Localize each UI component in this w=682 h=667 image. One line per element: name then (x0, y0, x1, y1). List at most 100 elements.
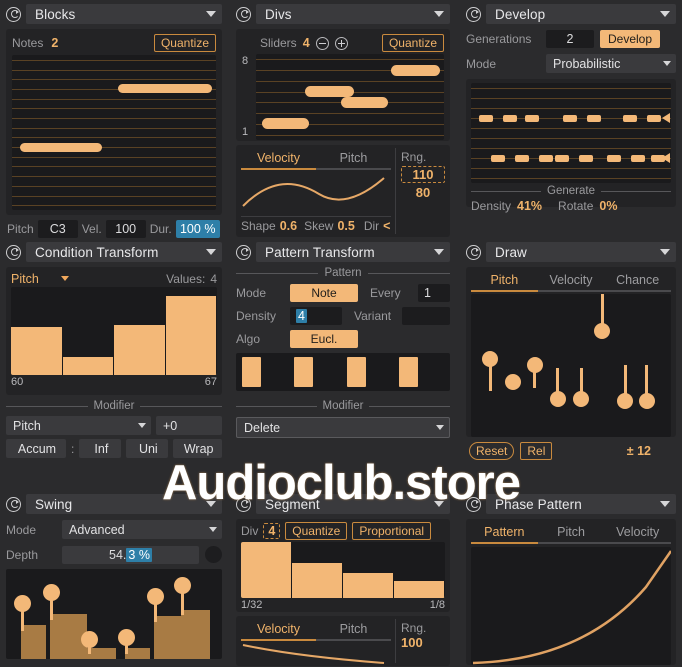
reset-button[interactable]: Reset (469, 442, 515, 460)
slider-handle[interactable] (340, 96, 388, 108)
shape-value[interactable]: 0.6 (280, 219, 297, 233)
reload-icon[interactable] (466, 244, 481, 260)
draw-canvas[interactable] (471, 293, 671, 437)
div-field[interactable]: 4 (263, 523, 281, 539)
rel-button[interactable]: Rel (520, 442, 553, 460)
velocity-field[interactable]: 100 (105, 220, 146, 238)
step-block[interactable] (555, 154, 569, 162)
modifier-amount-field[interactable]: +0 (156, 416, 222, 435)
pattern-step[interactable] (343, 353, 369, 391)
reload-icon[interactable] (236, 496, 251, 512)
step-block[interactable] (647, 114, 661, 122)
pattern-step[interactable] (422, 353, 448, 391)
draw-point[interactable] (594, 322, 611, 339)
divs-slider-grid[interactable] (256, 54, 444, 140)
step-block[interactable] (503, 114, 517, 122)
pattern-module-select[interactable]: Pattern Transform (256, 242, 450, 262)
swing-mode-select[interactable]: Advanced (62, 520, 222, 539)
draw-point[interactable] (638, 392, 655, 409)
tab-velocity[interactable]: Velocity (538, 273, 605, 290)
skew-value[interactable]: 0.5 (337, 219, 354, 233)
draw-point[interactable] (617, 392, 634, 409)
segment-curve[interactable] (241, 641, 391, 665)
slider-handle[interactable] (261, 118, 309, 130)
pattern-step[interactable] (291, 353, 317, 391)
pattern-step[interactable] (238, 353, 264, 391)
wrap-button[interactable]: Wrap (173, 439, 222, 458)
depth-knob[interactable] (205, 546, 222, 563)
every-field[interactable]: 1 (418, 284, 450, 302)
chart-bar[interactable] (114, 324, 166, 375)
swing-visualizer[interactable] (6, 569, 222, 659)
slider-handle[interactable] (304, 86, 354, 98)
minus-icon[interactable] (315, 36, 329, 50)
range-low-field[interactable]: 80 (401, 185, 445, 200)
step-block[interactable] (607, 154, 621, 162)
draw-range-value[interactable]: ± 12 (627, 444, 651, 458)
divs-module-select[interactable]: Divs (256, 4, 450, 24)
phase-module-select[interactable]: Phase Pattern (486, 494, 676, 514)
tab-pitch[interactable]: Pitch (538, 525, 605, 542)
chart-bar[interactable] (343, 572, 394, 598)
quantize-button[interactable]: Quantize (153, 34, 216, 52)
reload-icon[interactable] (466, 496, 481, 512)
develop-button[interactable]: Develop (600, 30, 661, 48)
chart-bar[interactable] (292, 563, 343, 598)
swing-note-head[interactable] (147, 588, 165, 605)
accum-limit-field[interactable]: Inf (79, 439, 122, 458)
tab-velocity[interactable]: Velocity (241, 622, 316, 639)
step-block[interactable] (515, 154, 529, 162)
swing-note-head[interactable] (118, 629, 136, 647)
proportional-button[interactable]: Proportional (352, 522, 432, 540)
draw-point[interactable] (549, 391, 566, 408)
depth-field[interactable]: 54. 3 % (62, 545, 199, 564)
reload-icon[interactable] (6, 6, 21, 22)
reload-icon[interactable] (466, 6, 481, 22)
generations-field[interactable]: 2 (546, 30, 594, 48)
pattern-step-sequencer[interactable] (236, 353, 450, 391)
chart-bar[interactable] (165, 295, 217, 375)
draw-module-select[interactable]: Draw (486, 242, 676, 262)
mode-select[interactable]: Probabilistic (546, 54, 676, 73)
tab-chance[interactable]: Chance (604, 273, 671, 290)
tab-pattern[interactable]: Pattern (471, 525, 538, 542)
slider-handle[interactable] (391, 64, 441, 76)
chart-bar[interactable] (11, 326, 63, 375)
reload-icon[interactable] (236, 244, 251, 260)
segment-range-value[interactable]: 100 (401, 635, 445, 650)
phase-curve-area[interactable] (471, 546, 671, 665)
pattern-modifier-select[interactable]: Delete (236, 417, 450, 438)
develop-step-grid[interactable] (471, 83, 671, 183)
pitch-field[interactable]: C3 (37, 220, 78, 238)
segment-bar-chart[interactable] (241, 542, 445, 598)
condition-bar-chart[interactable] (11, 287, 217, 375)
algo-button[interactable]: Eucl. (290, 330, 358, 348)
quantize-button[interactable]: Quantize (381, 34, 444, 52)
pattern-step[interactable] (369, 353, 395, 391)
tab-pitch[interactable]: Pitch (316, 151, 391, 168)
chart-bar[interactable] (241, 542, 292, 598)
modifier-target-select[interactable]: Pitch (6, 416, 151, 435)
note-block[interactable] (20, 142, 102, 152)
step-block[interactable] (579, 154, 593, 162)
draw-point[interactable] (505, 374, 522, 391)
pattern-mode-button[interactable]: Note (290, 284, 358, 302)
pattern-density-field[interactable]: 4 (290, 307, 342, 325)
duration-field[interactable]: 100 % (175, 220, 220, 238)
density-value[interactable]: 41% (517, 199, 542, 213)
swing-note-head[interactable] (43, 584, 61, 602)
reload-icon[interactable] (236, 6, 251, 22)
segment-quantize-button[interactable]: Quantize (285, 522, 348, 540)
tab-velocity[interactable]: Velocity (604, 525, 671, 542)
step-block[interactable] (479, 114, 493, 122)
row-marker-icon[interactable] (662, 113, 670, 123)
step-block[interactable] (539, 154, 553, 162)
chart-bar[interactable] (62, 357, 114, 375)
segment-module-select[interactable]: Segment (256, 494, 450, 514)
step-block[interactable] (623, 114, 637, 122)
plus-icon[interactable] (334, 36, 348, 50)
reload-icon[interactable] (6, 244, 21, 260)
step-block[interactable] (631, 154, 645, 162)
step-block[interactable] (525, 114, 539, 122)
variant-field[interactable] (402, 307, 450, 325)
